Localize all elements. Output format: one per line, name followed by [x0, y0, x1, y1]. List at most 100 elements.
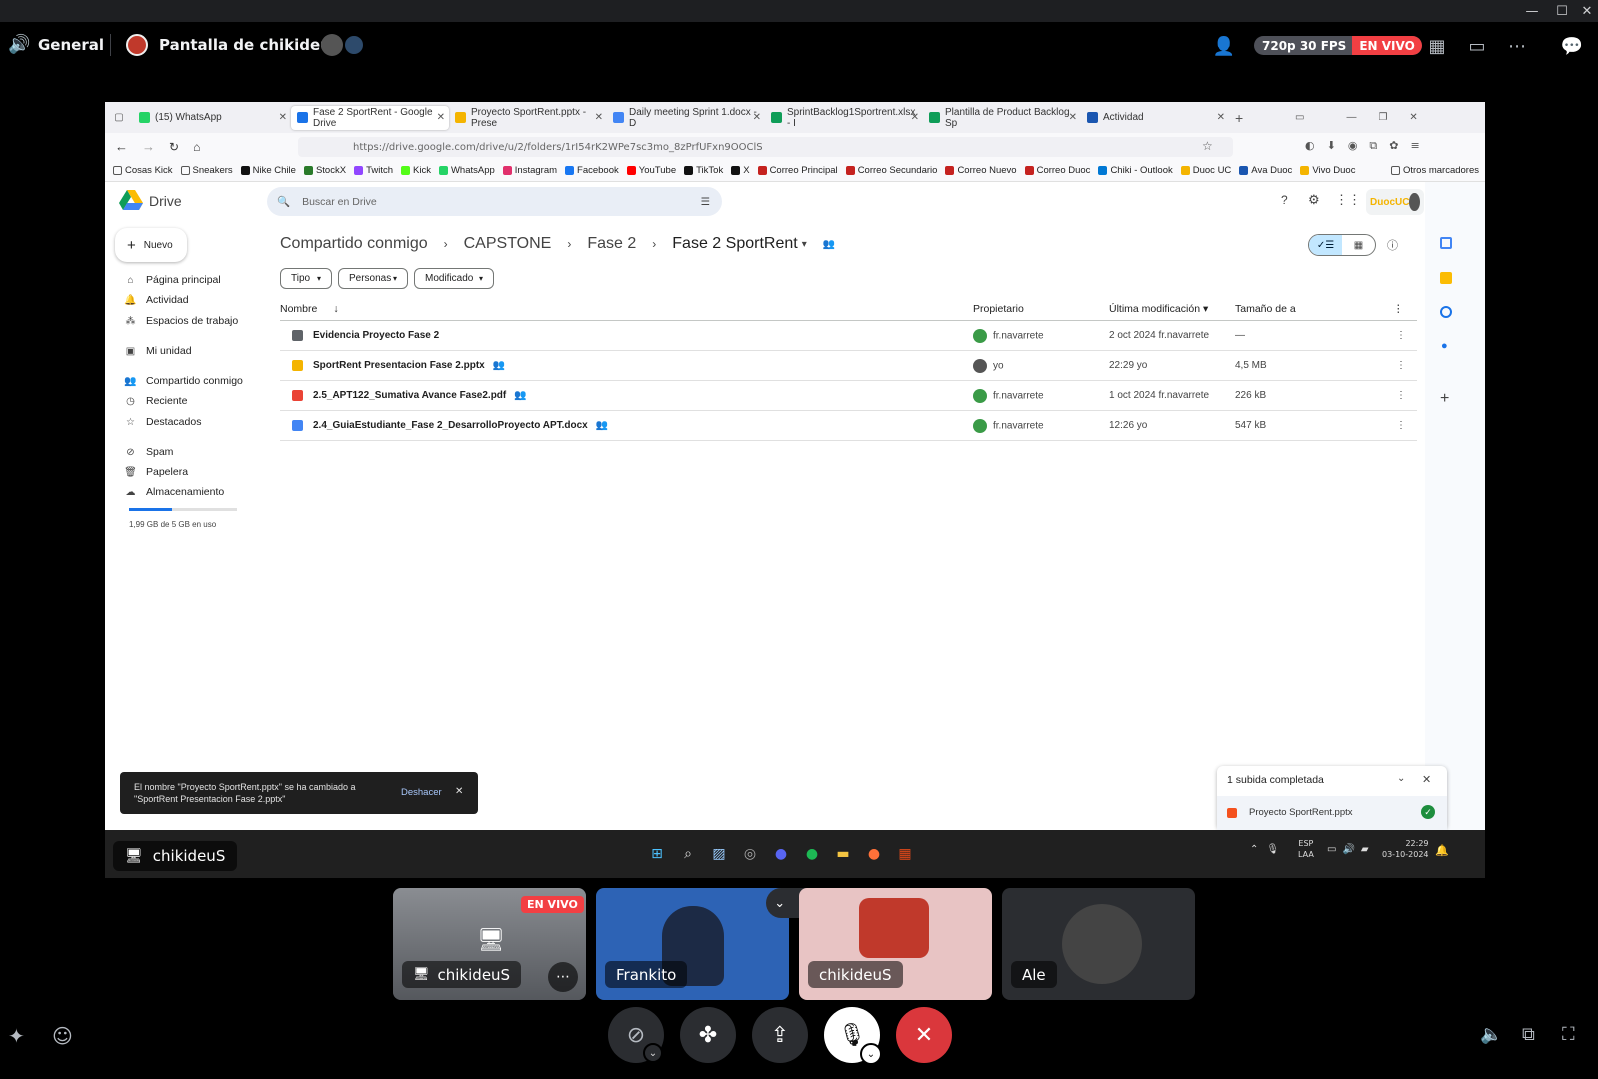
chevron-down-icon[interactable]: ⌄ [643, 1043, 663, 1063]
search-input[interactable]: 🔍 Buscar en Drive ☰ [267, 187, 722, 216]
chrome-icon[interactable]: ◎ [739, 843, 761, 865]
more-options-icon[interactable]: ⋯ [548, 962, 578, 992]
tab-sheets[interactable]: Plantilla de Product Backlog Sp ✕ [923, 106, 1081, 130]
bookmark[interactable]: Correo Principal [757, 165, 838, 176]
more-vert-icon[interactable]: ⋮ [1396, 420, 1406, 431]
more-vert-icon[interactable]: ⋮ [1396, 330, 1406, 341]
participant-tile[interactable]: Frankito [596, 888, 789, 1000]
participant-tile[interactable]: EN VIVO 🖥 🖥 chikideuS ⋯ [393, 888, 586, 1000]
calendar-icon[interactable] [1440, 237, 1452, 249]
tab-drive[interactable]: Fase 2 SportRent - Google Drive ✕ [291, 105, 449, 130]
reload-icon[interactable]: ↻ [169, 140, 179, 154]
bookmark[interactable]: Sneakers [180, 165, 233, 176]
notification-icon[interactable]: 🔔 [1435, 844, 1449, 857]
bookmark[interactable]: Vivo Duoc [1300, 165, 1355, 176]
photos-icon[interactable]: ▨ [708, 843, 730, 865]
undo-button[interactable]: Deshacer [401, 787, 442, 799]
url-bar[interactable]: https://drive.google.com/drive/u/2/folde… [298, 137, 1233, 157]
sidebar-item-starred[interactable]: ☆ Destacados [125, 416, 201, 428]
header-modified[interactable]: Última modificación ▾ [1109, 303, 1208, 315]
sidebar-item-activity[interactable]: 🔔 Actividad [124, 294, 188, 306]
bookmark[interactable]: Ava Duoc [1239, 165, 1292, 176]
forward-icon[interactable]: → [142, 139, 155, 154]
table-row[interactable]: 2.5_APT122_Sumativa Avance Fase2.pdf 👥 fr… [280, 381, 1417, 411]
tray-status-icons[interactable]: ▭🔊▰ [1327, 844, 1375, 855]
help-icon[interactable]: ? [1281, 193, 1288, 207]
settings-icon[interactable]: ⚙ [1308, 192, 1320, 208]
bookmark[interactable]: Cosas Kick [113, 165, 173, 176]
clock[interactable]: 22:29 03-10-2024 [1382, 838, 1429, 860]
share-screen-button[interactable]: ⇪ [752, 1007, 808, 1063]
back-icon[interactable]: ← [115, 139, 128, 154]
add-addon-icon[interactable]: + [1440, 390, 1449, 408]
minimize-icon[interactable]: — [1518, 0, 1546, 22]
account-chip[interactable]: DuocUC [1366, 189, 1424, 215]
close-icon[interactable]: ✕ [1422, 773, 1431, 786]
tab-docs[interactable]: Daily meeting Sprint 1.docx - D ✕ [607, 106, 765, 130]
breadcrumb-item[interactable]: Fase 2 [587, 235, 636, 253]
bookmark[interactable]: Kick [401, 165, 431, 176]
restore-icon[interactable]: ❐ [1372, 106, 1393, 130]
contacts-icon[interactable]: ● [1441, 340, 1448, 352]
tab-actividad[interactable]: Actividad ✕ [1081, 106, 1229, 130]
bookmark[interactable]: Facebook [565, 165, 619, 176]
minimize-icon[interactable]: — [1340, 106, 1362, 130]
bookmark[interactable]: TikTok [684, 165, 723, 176]
breadcrumb-item[interactable]: Compartido conmigo [280, 235, 428, 253]
participant-tile[interactable]: chikideuS [799, 888, 992, 1000]
sidebar-item-recent[interactable]: ◷ Reciente [125, 395, 187, 407]
sidebar-item-home[interactable]: ⌂ Página principal [125, 274, 220, 286]
filter-type[interactable]: Tipo ▾ [280, 268, 332, 289]
more-vert-icon[interactable]: ⋮ [1396, 360, 1406, 371]
sidebar-item-storage[interactable]: ☁ Almacenamiento [125, 486, 225, 498]
other-bookmarks[interactable]: Otros marcadores [1390, 165, 1479, 176]
new-button[interactable]: + Nuevo [115, 228, 187, 262]
viewer-avatar[interactable] [321, 34, 343, 56]
close-icon[interactable]: ✕ [455, 786, 463, 798]
sidebar-item-shared[interactable]: 👥 Compartido conmigo [124, 375, 243, 387]
bookmark[interactable]: WhatsApp [438, 165, 495, 176]
keep-icon[interactable] [1440, 272, 1452, 284]
tab-sheets[interactable]: SprintBacklog1Sportrent.xlsx - I ✕ [765, 106, 923, 130]
bookmark[interactable]: Chiki - Outlook [1098, 165, 1173, 176]
filter-people[interactable]: Personas ▾ [338, 268, 408, 289]
table-row[interactable]: SportRent Presentacion Fase 2.pptx 👥 yo 2… [280, 351, 1417, 381]
maximize-icon[interactable]: ☐ [1548, 0, 1576, 22]
fullscreen-icon[interactable]: ⛶ [1562, 1024, 1575, 1045]
breadcrumb-item[interactable]: CAPSTONE [464, 235, 552, 253]
spotify-icon[interactable]: ● [801, 843, 823, 865]
chevron-down-icon[interactable]: ⌄ [860, 1043, 882, 1065]
volume-icon[interactable]: 🔈 [1480, 1024, 1502, 1045]
grid-layout-icon[interactable]: ▦ [1425, 34, 1449, 58]
participant-tile[interactable]: Ale [1002, 888, 1195, 1000]
grid-view-icon[interactable]: ▦ [1342, 235, 1375, 255]
bookmark[interactable]: Twitch [354, 165, 393, 176]
home-icon[interactable]: ⌂ [193, 140, 200, 154]
more-options-icon[interactable]: ⋯ [1505, 34, 1529, 58]
bookmark[interactable]: Correo Duoc [1024, 165, 1090, 176]
sidebar-item-workspaces[interactable]: ⁂ Espacios de trabajo [125, 315, 239, 327]
chat-icon[interactable]: 💬 [1560, 34, 1584, 58]
filter-icon[interactable]: ☰ [701, 196, 710, 208]
emoji-icon[interactable]: ☺ [52, 1024, 73, 1048]
activities-button[interactable]: ✤ [680, 1007, 736, 1063]
breadcrumb-current[interactable]: Fase 2 SportRent [672, 235, 797, 253]
bookmark[interactable]: Duoc UC [1180, 165, 1231, 176]
tray-icons[interactable]: ⌃🎙 [1250, 844, 1287, 855]
app-icon[interactable]: ▦ [894, 843, 916, 865]
close-icon[interactable]: ✕ [1573, 0, 1598, 22]
firefox-icon[interactable]: ● [863, 843, 885, 865]
file-explorer-icon[interactable]: ▬ [832, 843, 854, 865]
discord-icon[interactable]: ● [770, 843, 792, 865]
bookmark[interactable]: X [731, 165, 750, 176]
star-icon[interactable]: ☆ [1202, 139, 1213, 153]
disconnect-button[interactable]: ✕ [896, 1007, 952, 1063]
popout-icon[interactable]: ⧉ [1522, 1024, 1535, 1045]
table-row[interactable]: Evidencia Proyecto Fase 2 fr.navarrete 2… [280, 321, 1417, 351]
new-tab-button[interactable]: + [1229, 106, 1259, 130]
activity-icon[interactable]: ✦ [8, 1024, 25, 1048]
language-indicator[interactable]: ESP LAA [1298, 838, 1314, 860]
sidebar-item-my-drive[interactable]: ▣ Mi unidad [125, 345, 192, 357]
bookmark[interactable]: Instagram [502, 165, 557, 176]
bookmark[interactable]: StockX [303, 165, 346, 176]
